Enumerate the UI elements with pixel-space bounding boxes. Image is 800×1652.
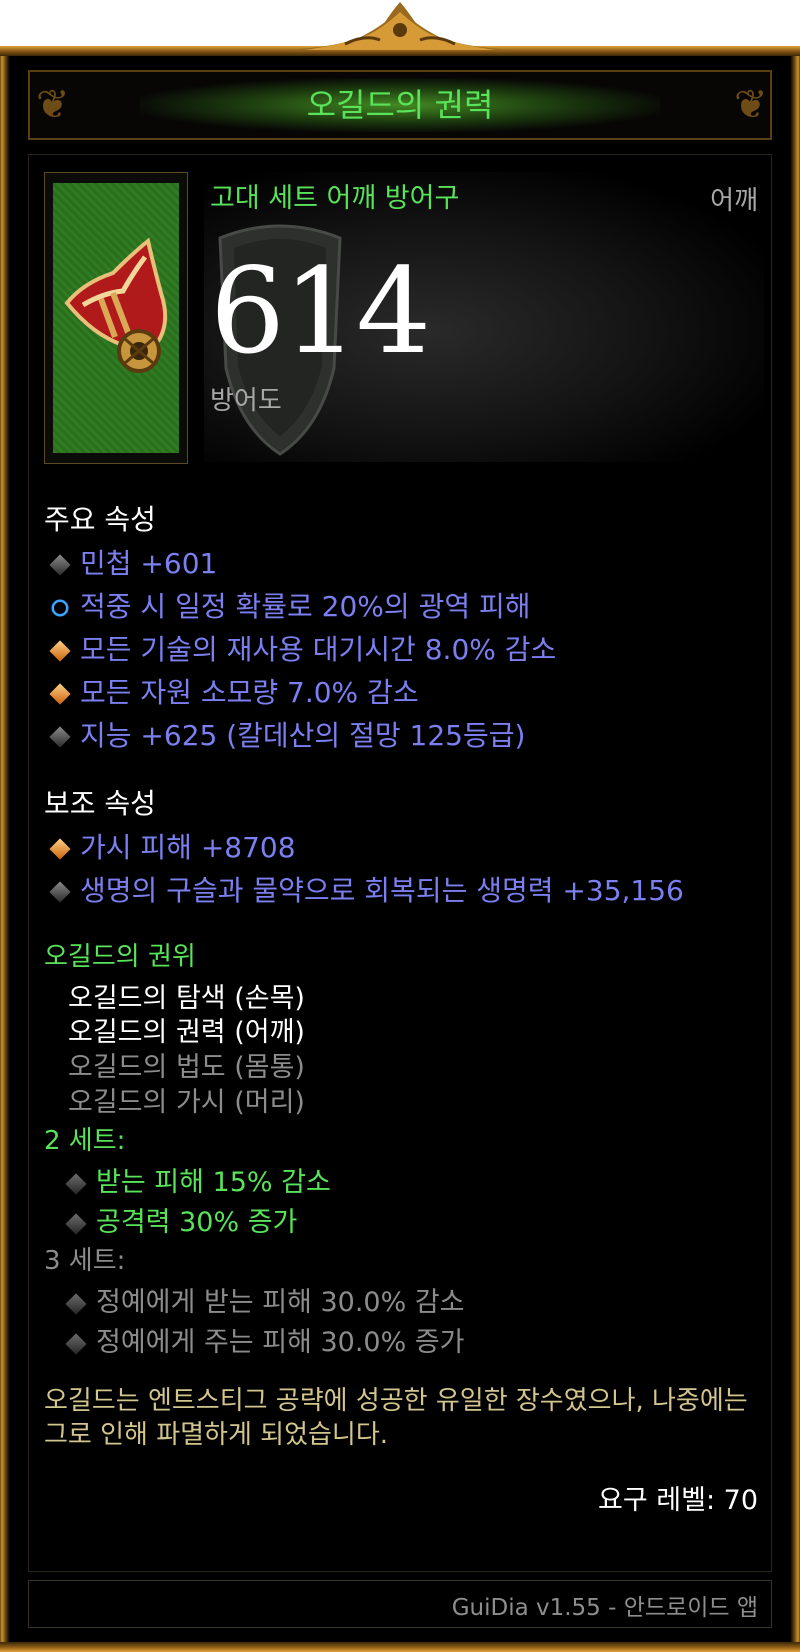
set-piece-owned: 오길드의 권력 (어깨) bbox=[68, 1017, 305, 1048]
shoulder-armor-icon bbox=[64, 237, 168, 373]
orange-diamond-icon bbox=[49, 683, 71, 705]
armor-value: 614 bbox=[210, 242, 431, 380]
frame-bottom-border bbox=[0, 1642, 800, 1652]
set-piece-missing: 오길드의 법도 (몸통) bbox=[68, 1052, 305, 1083]
primary-stat: 적중 시 일정 확률로 20%의 광역 피해 bbox=[50, 587, 531, 627]
primary-stat: 모든 기술의 재사용 대기시간 8.0% 감소 bbox=[49, 630, 556, 670]
orange-diamond-icon bbox=[49, 838, 71, 860]
proc-circle-icon bbox=[51, 599, 69, 617]
secondary-stat: 생명의 구슬과 물약으로 회복되는 생명력 +35,156 bbox=[49, 871, 684, 911]
primary-stats-title: 주요 속성 bbox=[44, 503, 156, 536]
orange-diamond-icon bbox=[49, 640, 71, 662]
set-bonus-3-label: 3 세트: bbox=[44, 1246, 126, 1276]
primary-stat: 지능 +625 (칼데산의 절망 125등급) bbox=[49, 716, 525, 756]
set-bonus-inactive: 정예에게 받는 피해 30.0% 감소 bbox=[65, 1280, 465, 1319]
primary-stat: 모든 자원 소모량 7.0% 감소 bbox=[49, 673, 419, 713]
set-bonus-active: 받는 피해 15% 감소 bbox=[65, 1160, 331, 1199]
gray-diamond-icon bbox=[49, 554, 71, 576]
set-name: 오길드의 권위 bbox=[44, 942, 196, 972]
set-piece-missing: 오길드의 가시 (머리) bbox=[68, 1087, 305, 1118]
gray-diamond-icon bbox=[49, 881, 71, 903]
armor-label: 방어도 bbox=[210, 386, 282, 416]
primary-stat: 민첩 +601 bbox=[49, 544, 217, 584]
gray-diamond-icon bbox=[65, 1332, 87, 1355]
gray-diamond-icon bbox=[65, 1292, 87, 1315]
app-version-footer: GuiDia v1.55 - 안드로이드 앱 bbox=[451, 1595, 758, 1621]
flavor-text: 오길드는 엔트스티그 공략에 성공한 유일한 장수였으나, 나중에는 그로 인해… bbox=[44, 1386, 748, 1450]
item-slot-label: 어깨 bbox=[710, 186, 758, 216]
gray-diamond-icon bbox=[65, 1212, 87, 1235]
required-level: 요구 레벨: 70 bbox=[598, 1485, 758, 1516]
secondary-stat: 가시 피해 +8708 bbox=[49, 828, 296, 868]
gray-diamond-icon bbox=[65, 1172, 87, 1195]
crest-ornament-icon bbox=[285, 2, 515, 50]
secondary-stats-title: 보조 속성 bbox=[44, 787, 156, 820]
set-bonus-active: 공격력 30% 증가 bbox=[65, 1200, 297, 1239]
item-type-label: 고대 세트 어깨 방어구 bbox=[210, 183, 460, 214]
item-name: 오길드의 권력 bbox=[306, 86, 494, 124]
item-icon-frame bbox=[44, 172, 188, 464]
title-bar: ❦ ❦ 오길드의 권력 bbox=[28, 70, 772, 140]
set-bonus-inactive: 정예에게 주는 피해 30.0% 증가 bbox=[65, 1320, 465, 1359]
gray-diamond-icon bbox=[49, 726, 71, 748]
set-bonus-2-label: 2 세트: bbox=[44, 1126, 126, 1156]
